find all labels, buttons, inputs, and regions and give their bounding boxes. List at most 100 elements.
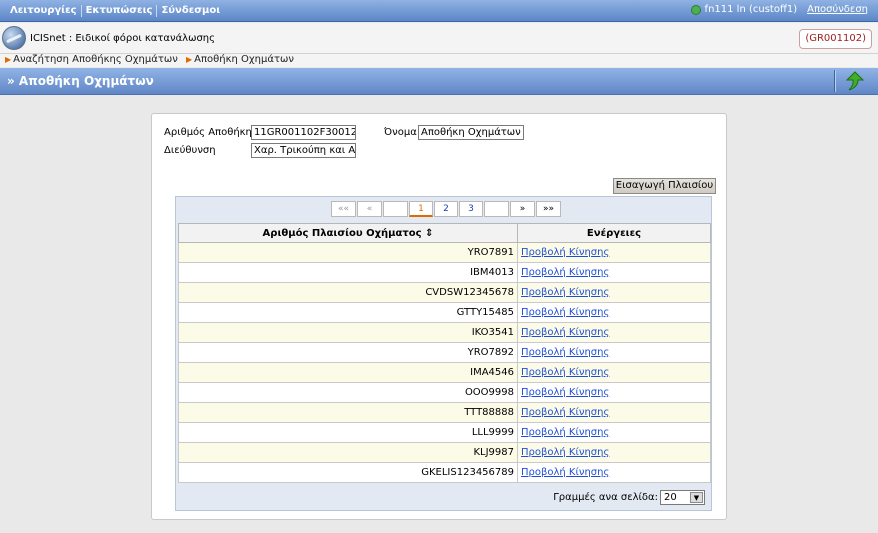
user-area: fn111 ln (custoff1) Αποσύνδεση xyxy=(690,4,868,15)
user-icon xyxy=(690,4,701,15)
rows-per-page-value: 20 xyxy=(664,492,677,503)
column-header-chassis[interactable]: Αριθμός Πλαισίου Οχήματος ⇕ xyxy=(178,223,518,243)
pager-page-3[interactable]: 3 xyxy=(459,201,483,217)
table-row: CVDSW12345678 Προβολή Κίνησης xyxy=(178,282,711,303)
table-row: IKO3541 Προβολή Κίνησης xyxy=(178,322,711,343)
breadcrumb-arrow-icon: ▶ xyxy=(5,55,12,64)
chassis-number: IMA4546 xyxy=(178,362,518,383)
table-row: OOO9998 Προβολή Κίνησης xyxy=(178,382,711,403)
table-row: KLJ9987 Προβολή Κίνησης xyxy=(178,442,711,463)
chevron-down-icon[interactable]: ▼ xyxy=(690,492,703,503)
table-row: GTTY15485 Προβολή Κίνησης xyxy=(178,302,711,323)
actions-cell: Προβολή Κίνησης xyxy=(517,402,711,423)
pager: «« « 1 2 3 » »» xyxy=(331,201,562,217)
arrow-up-icon[interactable] xyxy=(844,70,866,92)
name-field[interactable]: Αποθήκη Οχημάτων Α xyxy=(418,125,524,140)
chassis-number: GKELIS123456789 xyxy=(178,462,518,483)
table-row: LLL9999 Προβολή Κίνησης xyxy=(178,422,711,443)
pager-last-button[interactable]: »» xyxy=(536,201,561,217)
view-movement-link[interactable]: Προβολή Κίνησης xyxy=(521,247,609,258)
pager-blank xyxy=(484,201,509,217)
rows-per-page-select[interactable]: 20 ▼ xyxy=(660,490,705,505)
actions-cell: Προβολή Κίνησης xyxy=(517,462,711,483)
chassis-grid: «« « 1 2 3 » »» Αριθμός Πλαισίου Οχήματο… xyxy=(175,196,712,511)
actions-cell: Προβολή Κίνησης xyxy=(517,242,711,263)
pager-blank xyxy=(383,201,408,217)
view-movement-link[interactable]: Προβολή Κίνησης xyxy=(521,467,609,478)
pager-prev-button[interactable]: « xyxy=(357,201,382,217)
table-row: YRO7891 Προβολή Κίνησης xyxy=(178,242,711,263)
app-title: ICISnet : Ειδικοί φόροι κατανάλωσης xyxy=(30,33,215,44)
breadcrumb-warehouse[interactable]: Αποθήκη Οχημάτων xyxy=(194,54,294,65)
chassis-number: IKO3541 xyxy=(178,322,518,343)
app-subtitle: : Ειδικοί φόροι κατανάλωσης xyxy=(65,33,216,44)
warehouse-number-field[interactable]: 11GR001102F30012 xyxy=(251,125,356,140)
chassis-number: YRO7892 xyxy=(178,342,518,363)
chassis-number: CVDSW12345678 xyxy=(178,282,518,303)
view-movement-link[interactable]: Προβολή Κίνησης xyxy=(521,287,609,298)
view-movement-link[interactable]: Προβολή Κίνησης xyxy=(521,447,609,458)
menu-operations[interactable]: Λειτουργίες xyxy=(6,5,82,17)
actions-cell: Προβολή Κίνησης xyxy=(517,302,711,323)
pager-first-button[interactable]: «« xyxy=(331,201,356,217)
chassis-table: Αριθμός Πλαισίου Οχήματος ⇕ Ενέργειες YR… xyxy=(178,223,711,483)
table-row: TTT88888 Προβολή Κίνησης xyxy=(178,402,711,423)
actions-cell: Προβολή Κίνησης xyxy=(517,422,711,443)
view-movement-link[interactable]: Προβολή Κίνησης xyxy=(521,347,609,358)
chassis-number: TTT88888 xyxy=(178,402,518,423)
actions-cell: Προβολή Κίνησης xyxy=(517,342,711,363)
page-title-bar: » Αποθήκη Οχημάτων xyxy=(0,68,878,95)
pager-page-2[interactable]: 2 xyxy=(434,201,458,217)
name-label: Όνομα xyxy=(384,127,417,138)
pager-page-1[interactable]: 1 xyxy=(409,201,433,217)
chassis-number: IBM4013 xyxy=(178,262,518,283)
chassis-number: GTTY15485 xyxy=(178,302,518,323)
rows-per-page: Γραμμές ανα σελίδα: 20 ▼ xyxy=(553,490,705,505)
menu-reports[interactable]: Εκτυπώσεις xyxy=(82,5,158,17)
view-movement-link[interactable]: Προβολή Κίνησης xyxy=(521,327,609,338)
warehouse-number-label: Αριθμός Αποθήκης xyxy=(164,127,258,138)
rows-per-page-label: Γραμμές ανα σελίδα: xyxy=(553,492,658,503)
app-name: ICISnet xyxy=(30,33,66,44)
breadcrumb-arrow-icon: ▶ xyxy=(186,55,193,64)
view-movement-link[interactable]: Προβολή Κίνησης xyxy=(521,367,609,378)
actions-cell: Προβολή Κίνησης xyxy=(517,442,711,463)
table-row: IBM4013 Προβολή Κίνησης xyxy=(178,262,711,283)
actions-cell: Προβολή Κίνησης xyxy=(517,322,711,343)
chassis-number: OOO9998 xyxy=(178,382,518,403)
app-header: ICISnet : Ειδικοί φόροι κατανάλωσης (GR0… xyxy=(0,23,878,54)
main-menu: Λειτουργίες Εκτυπώσεις Σύνδεσμοι xyxy=(6,5,224,17)
actions-cell: Προβολή Κίνησης xyxy=(517,362,711,383)
title-separator xyxy=(834,70,836,92)
address-field[interactable]: Χαρ. Τρικούπη και Αγ xyxy=(251,143,356,158)
actions-cell: Προβολή Κίνησης xyxy=(517,382,711,403)
logout-link[interactable]: Αποσύνδεση xyxy=(807,4,868,15)
chassis-number: KLJ9987 xyxy=(178,442,518,463)
pager-next-button[interactable]: » xyxy=(510,201,535,217)
chassis-number: LLL9999 xyxy=(178,422,518,443)
view-movement-link[interactable]: Προβολή Κίνησης xyxy=(521,267,609,278)
table-body: YRO7891 Προβολή Κίνησης IBM4013 Προβολή Κίν… xyxy=(178,242,711,483)
column-header-actions: Ενέργειες xyxy=(517,223,711,243)
breadcrumb: ▶ Αναζήτηση Αποθήκης Οχημάτων ▶ Αποθήκη Οχ… xyxy=(0,54,878,67)
table-row: GKELIS123456789 Προβολή Κίνησης xyxy=(178,462,711,483)
view-movement-link[interactable]: Προβολή Κίνησης xyxy=(521,387,609,398)
menu-links[interactable]: Σύνδεσμοι xyxy=(157,5,224,17)
user-label: fn111 ln (custoff1) xyxy=(704,4,798,15)
table-row: YRO7892 Προβολή Κίνησης xyxy=(178,342,711,363)
office-badge: (GR001102) xyxy=(799,29,872,49)
breadcrumb-search-warehouse[interactable]: Αναζήτηση Αποθήκης Οχημάτων xyxy=(13,54,178,65)
globe-logo-icon xyxy=(2,26,26,50)
actions-cell: Προβολή Κίνησης xyxy=(517,282,711,303)
actions-cell: Προβολή Κίνησης xyxy=(517,262,711,283)
address-label: Διεύθυνση xyxy=(164,145,216,156)
top-menu-bar: Λειτουργίες Εκτυπώσεις Σύνδεσμοι fn111 l… xyxy=(0,0,878,22)
chassis-number: YRO7891 xyxy=(178,242,518,263)
view-movement-link[interactable]: Προβολή Κίνησης xyxy=(521,307,609,318)
view-movement-link[interactable]: Προβολή Κίνησης xyxy=(521,427,609,438)
view-movement-link[interactable]: Προβολή Κίνησης xyxy=(521,407,609,418)
table-row: IMA4546 Προβολή Κίνησης xyxy=(178,362,711,383)
insert-chassis-button[interactable]: Εισαγωγή Πλαισίου xyxy=(613,178,716,194)
page-title: » Αποθήκη Οχημάτων xyxy=(7,74,154,88)
warehouse-panel: Αριθμός Αποθήκης 11GR001102F30012 Όνομα … xyxy=(151,113,727,520)
